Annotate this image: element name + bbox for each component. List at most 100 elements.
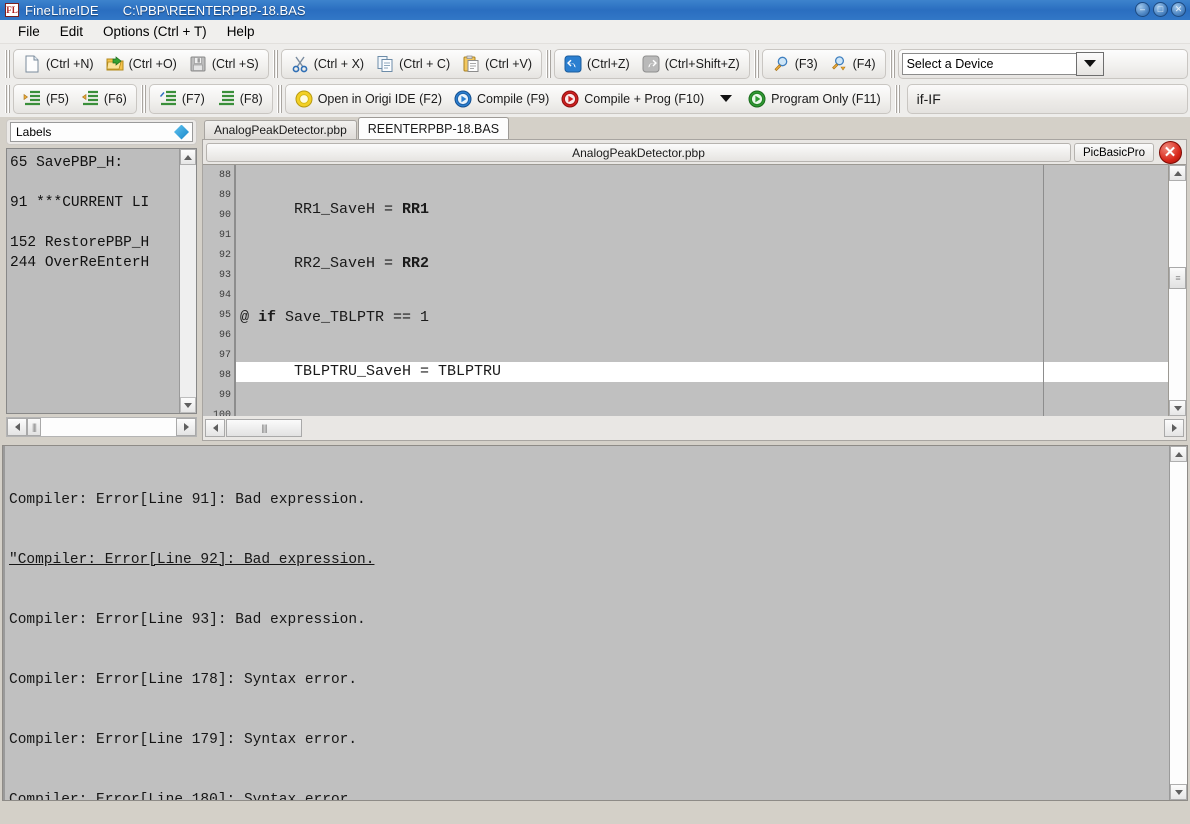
toolbar-grip-icon[interactable] — [545, 50, 552, 78]
compiler-output-list[interactable]: Compiler: Error[Line 91]: Bad expression… — [3, 446, 1169, 800]
device-dropdown-button[interactable] — [1076, 52, 1104, 76]
labels-vertical-scrollbar[interactable] — [179, 149, 196, 413]
menu-file[interactable]: File — [8, 21, 50, 42]
list-item[interactable]: 244 OverReEnterH — [10, 253, 179, 273]
toolbar-grip-icon[interactable] — [894, 85, 901, 113]
line-number: 90 — [203, 206, 234, 226]
output-line[interactable]: Compiler: Error[Line 91]: Bad expression… — [9, 490, 1169, 510]
labels-selector-value: Labels — [16, 125, 51, 139]
line-number: 97 — [203, 346, 234, 366]
indent-right-button[interactable]: (F5) — [17, 86, 75, 112]
toolbar-grip-icon[interactable] — [889, 50, 896, 78]
close-document-button[interactable]: ✕ — [1157, 141, 1183, 165]
editor-frame: AnalogPeakDetector.pbp PicBasicPro ✕ 88 … — [202, 139, 1187, 441]
labels-horizontal-scrollbar[interactable]: ||| — [6, 417, 197, 437]
program-only-label: Program Only (F11) — [771, 92, 881, 106]
scroll-down-button[interactable] — [180, 397, 196, 413]
scroll-right-button[interactable] — [1164, 419, 1184, 437]
scroll-up-button[interactable] — [180, 149, 196, 165]
copy-button[interactable]: (Ctrl + C) — [370, 51, 456, 77]
new-file-button[interactable]: (Ctrl +N) — [17, 51, 100, 77]
open-file-button[interactable]: (Ctrl +O) — [100, 51, 183, 77]
output-vertical-scrollbar[interactable] — [1169, 446, 1187, 800]
paste-label: (Ctrl +V) — [485, 57, 532, 71]
scroll-down-button[interactable] — [1170, 784, 1187, 800]
line-number: 92 — [203, 246, 234, 266]
device-select-input[interactable] — [902, 53, 1077, 75]
cut-button[interactable]: (Ctrl + X) — [285, 51, 370, 77]
minimize-button[interactable]: – — [1135, 2, 1150, 17]
redo-button[interactable]: (Ctrl+Shift+Z) — [636, 51, 746, 77]
toolbar-grip-icon[interactable] — [140, 85, 147, 113]
scroll-left-button[interactable] — [7, 418, 27, 436]
find-button[interactable]: (F3) — [766, 51, 824, 77]
line-number: 94 — [203, 286, 234, 306]
open-original-ide-button[interactable]: Open in Origi IDE (F2) — [289, 86, 448, 112]
code-horizontal-scrollbar[interactable]: |||| — [226, 418, 1184, 438]
right-margin-guide — [1043, 165, 1044, 416]
vscroll-track[interactable] — [1170, 462, 1187, 784]
output-line[interactable]: Compiler: Error[Line 180]: Syntax error. — [9, 790, 1169, 800]
indent-left-label: (F6) — [104, 92, 127, 106]
compile-button[interactable]: Compile (F9) — [448, 86, 555, 112]
menu-help[interactable]: Help — [217, 21, 265, 42]
toolbar-grip-icon[interactable] — [4, 50, 11, 78]
code-line[interactable]: RR2_SaveH = RR2 — [236, 254, 1168, 274]
indent-left-button[interactable]: (F6) — [75, 86, 133, 112]
toolbar-grip-icon[interactable] — [272, 50, 279, 78]
vscroll-thumb[interactable]: ≡ — [1169, 267, 1186, 289]
program-only-button[interactable]: Program Only (F11) — [742, 86, 887, 112]
uncomment-label: (F8) — [240, 92, 263, 106]
close-window-button[interactable]: ✕ — [1171, 2, 1186, 17]
line-number: 100 — [203, 406, 234, 416]
toolbar-grip-icon[interactable] — [4, 85, 11, 113]
find-next-button[interactable]: (F4) — [824, 51, 882, 77]
labels-selector[interactable]: Labels — [10, 122, 193, 142]
paste-button[interactable]: (Ctrl +V) — [456, 51, 538, 77]
hscroll-thumb[interactable]: |||| — [226, 419, 302, 437]
scroll-up-button[interactable] — [1169, 165, 1186, 181]
code-text[interactable]: RR1_SaveH = RR1 RR2_SaveH = RR2 @ if Sav… — [236, 165, 1168, 416]
labels-hscroll-row: ||| — [6, 415, 197, 439]
scroll-right-button[interactable] — [176, 418, 196, 436]
open-original-ide-label: Open in Origi IDE (F2) — [318, 92, 442, 106]
list-item[interactable]: 65 SavePBP_H: — [10, 153, 179, 173]
output-line[interactable]: Compiler: Error[Line 178]: Syntax error. — [9, 670, 1169, 690]
menu-options[interactable]: Options (Ctrl + T) — [93, 21, 217, 42]
redo-arrow-icon — [642, 55, 660, 73]
scroll-up-button[interactable] — [1170, 446, 1187, 462]
code-editor-area[interactable]: 88 89 90 91 92 93 94 95 96 97 98 99 100 — [203, 164, 1186, 416]
code-vertical-scrollbar[interactable]: ≡ — [1168, 165, 1186, 416]
save-file-button[interactable]: (Ctrl +S) — [183, 51, 265, 77]
build-options-dropdown[interactable] — [710, 86, 742, 112]
toolbar-grip-icon[interactable] — [753, 50, 760, 78]
diamond-dropdown-icon[interactable] — [174, 125, 189, 140]
find-toolbar-group: (F3) (F4) — [762, 49, 886, 79]
output-line-selected[interactable]: "Compiler: Error[Line 92]: Bad expressio… — [9, 550, 1169, 570]
menu-edit[interactable]: Edit — [50, 21, 93, 42]
undo-button[interactable]: (Ctrl+Z) — [558, 51, 636, 77]
vscroll-track[interactable]: ≡ — [1169, 181, 1186, 400]
output-line[interactable]: Compiler: Error[Line 179]: Syntax error. — [9, 730, 1169, 750]
scroll-left-button[interactable] — [205, 419, 225, 437]
code-body[interactable]: 88 89 90 91 92 93 94 95 96 97 98 99 100 — [203, 165, 1168, 416]
labels-selector-row: Labels — [6, 119, 197, 145]
output-line[interactable]: Compiler: Error[Line 93]: Bad expression… — [9, 610, 1169, 630]
code-line[interactable]: @ if Save_TBLPTR == 1 — [236, 308, 1168, 328]
list-item[interactable]: 152 RestorePBP_H — [10, 233, 179, 253]
scroll-down-button[interactable] — [1169, 400, 1186, 416]
uncomment-button[interactable]: (F8) — [211, 86, 269, 112]
undo-label: (Ctrl+Z) — [587, 57, 630, 71]
list-item[interactable]: 91 ***CURRENT LI — [10, 193, 179, 213]
hscroll-thumb[interactable]: ||| — [27, 418, 41, 436]
maximize-button[interactable]: □ — [1153, 2, 1168, 17]
code-line[interactable]: RR1_SaveH = RR1 — [236, 200, 1168, 220]
compile-and-program-button[interactable]: Compile + Prog (F10) — [555, 86, 710, 112]
tab-reenterpbp[interactable]: REENTERPBP-18.BAS — [358, 117, 509, 139]
code-line-current[interactable]: TBLPTRU_SaveH = TBLPTRU — [236, 362, 1168, 382]
language-mode-button[interactable]: PicBasicPro — [1074, 143, 1154, 162]
compiler-output-pane[interactable]: Compiler: Error[Line 91]: Bad expression… — [2, 445, 1188, 801]
comment-button[interactable]: (F7) — [153, 86, 211, 112]
toolbar-grip-icon[interactable] — [276, 85, 283, 113]
tab-analogpeakdetector[interactable]: AnalogPeakDetector.pbp — [204, 120, 357, 139]
